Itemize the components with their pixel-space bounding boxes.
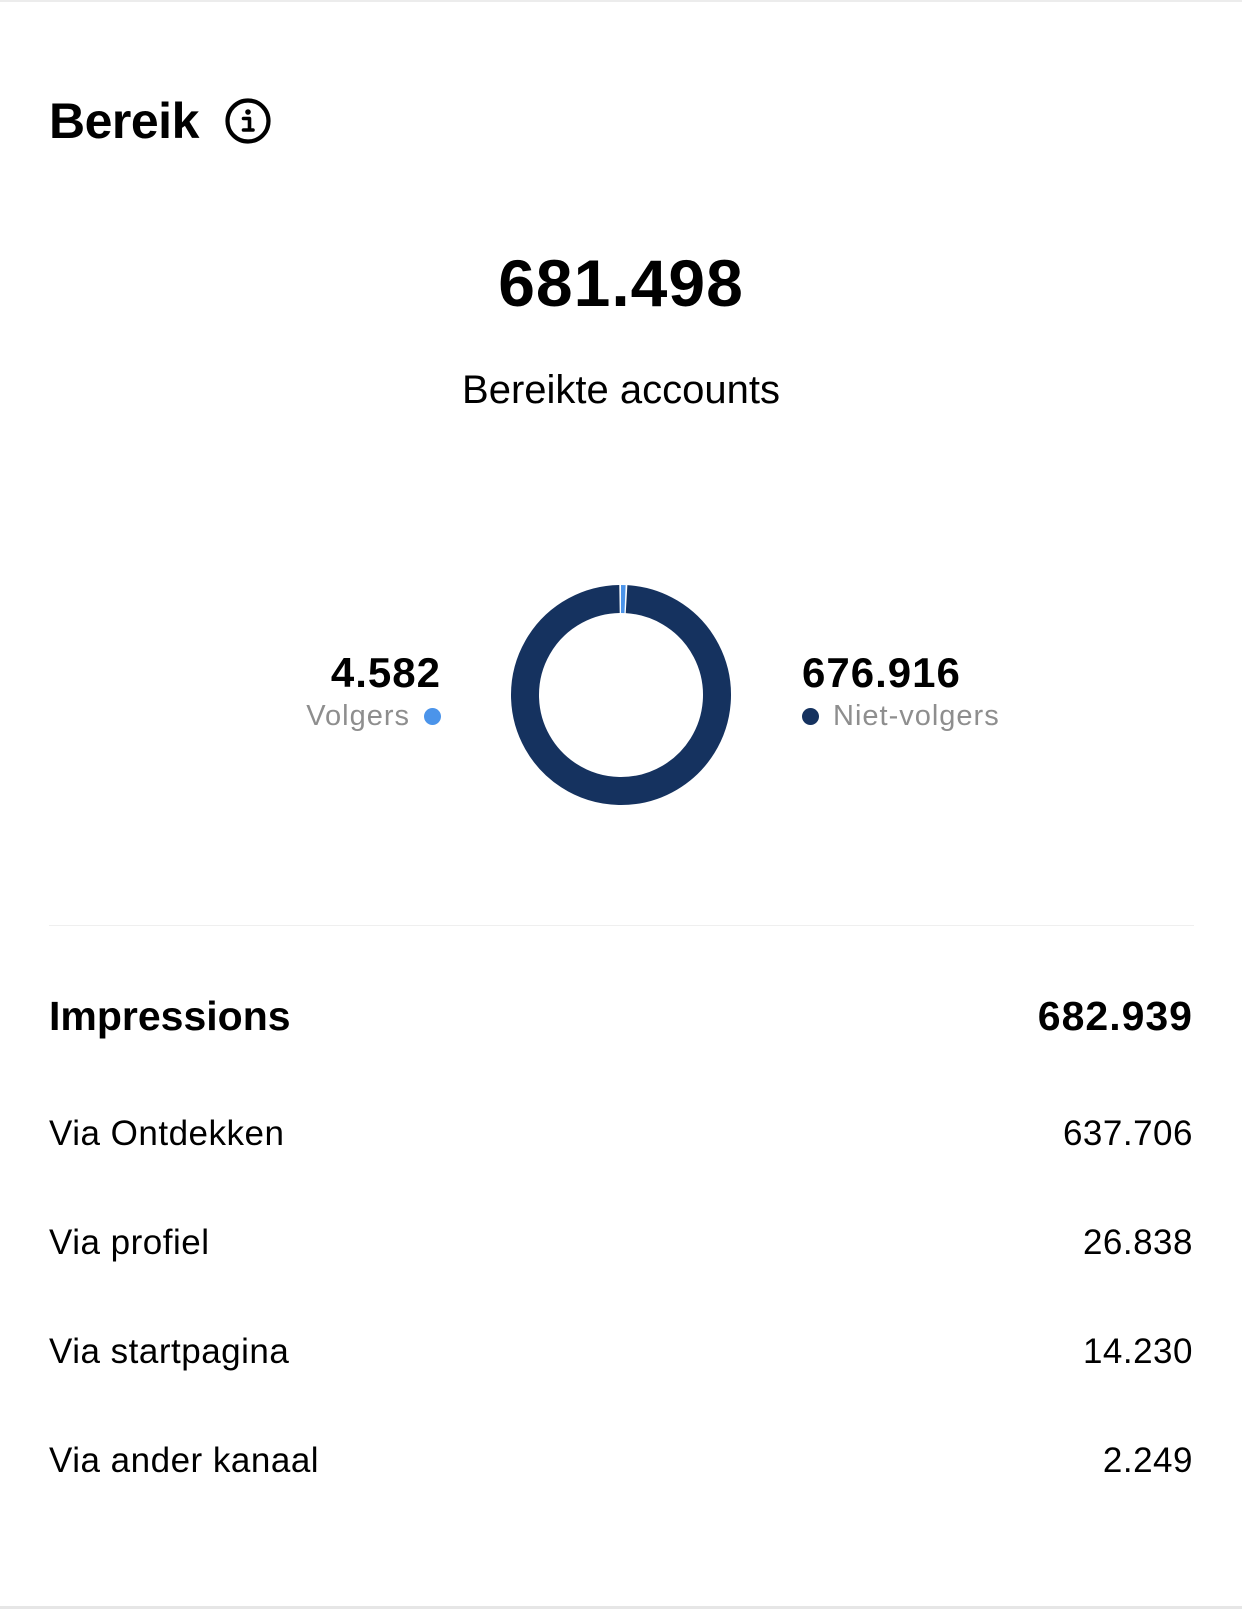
followers-dot-icon: [424, 708, 441, 726]
reach-title: Bereik: [49, 93, 199, 149]
donut-segment-non-followers: [511, 585, 731, 805]
breakdown-label: Via Ontdekken: [49, 1114, 285, 1153]
list-item: Via startpagina 14.230: [49, 1332, 1193, 1441]
non-followers-dot-icon: [802, 708, 819, 726]
non-followers-label: Niet-volgers: [833, 700, 1000, 733]
list-item: Via ander kanaal 2.249: [49, 1441, 1193, 1550]
impressions-breakdown: Via Ontdekken 637.706 Via profiel 26.838…: [49, 1114, 1193, 1550]
breakdown-value: 14.230: [1082, 1332, 1193, 1371]
top-divider: [0, 0, 1242, 2]
reach-header: Bereik: [49, 92, 273, 150]
breakdown-label: Via startpagina: [49, 1332, 290, 1371]
non-followers-legend: 676.916 Niet-volgers: [802, 649, 1000, 733]
breakdown-label: Via ander kanaal: [49, 1441, 320, 1480]
non-followers-value: 676.916: [802, 649, 961, 696]
impressions-label: Impressions: [49, 993, 291, 1039]
followers-label: Volgers: [306, 700, 410, 733]
info-icon[interactable]: [223, 96, 273, 146]
list-item: Via profiel 26.838: [49, 1223, 1193, 1332]
followers-value: 4.582: [330, 649, 441, 696]
audience-donut-chart: [511, 585, 731, 805]
breakdown-value: 2.249: [1102, 1441, 1193, 1480]
list-item: Via Ontdekken 637.706: [49, 1114, 1193, 1223]
breakdown-value: 26.838: [1082, 1223, 1193, 1262]
impressions-summary: Impressions 682.939: [49, 993, 1193, 1040]
accounts-reached-label: Bereikte accounts: [462, 368, 780, 412]
accounts-reached-value: 681.498: [498, 246, 744, 320]
followers-legend: 4.582 Volgers: [306, 649, 441, 733]
breakdown-label: Via profiel: [49, 1223, 210, 1262]
breakdown-value: 637.706: [1062, 1114, 1193, 1153]
section-divider: [49, 925, 1194, 926]
impressions-value: 682.939: [1037, 993, 1193, 1039]
